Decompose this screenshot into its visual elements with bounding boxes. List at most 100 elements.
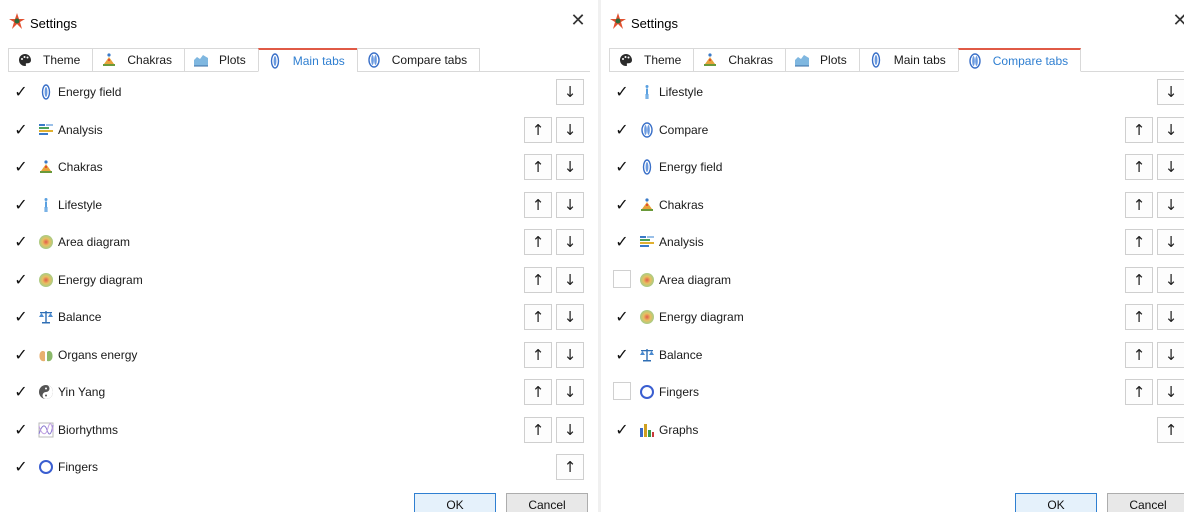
move-down-button[interactable]: ↓ [556, 266, 584, 293]
move-down-button[interactable]: ↓ [1157, 116, 1184, 143]
move-up-button[interactable]: ↑ [1125, 266, 1153, 293]
move-down-button[interactable]: ↓ [1157, 191, 1184, 218]
chakra-figure-icon [702, 52, 718, 68]
move-up-button[interactable]: ↑ [524, 191, 552, 218]
tab-main-tabs[interactable]: Main tabs [858, 48, 958, 72]
tab-main-tabs[interactable]: Main tabs [257, 48, 357, 72]
energy-field-icon [38, 84, 54, 100]
tab-compare-tabs[interactable]: Compare tabs [957, 48, 1082, 72]
move-down-button[interactable]: ↓ [556, 379, 584, 405]
move-up-button[interactable]: ↑ [524, 416, 552, 443]
cancel-button[interactable]: Cancel [506, 493, 588, 512]
tab-plots[interactable]: Plots [184, 48, 258, 72]
tab-compare-tabs[interactable]: Compare tabs [356, 48, 481, 72]
move-down-button[interactable]: ↓ [1157, 229, 1184, 255]
chakra-figure-icon [101, 52, 117, 68]
enable-checkbox[interactable]: ✓ [613, 194, 631, 213]
move-up-button[interactable]: ↑ [1125, 191, 1153, 218]
move-up-button[interactable]: ↑ [524, 341, 552, 368]
move-down-button[interactable]: ↓ [556, 229, 584, 255]
move-down-button[interactable]: ↓ [1157, 266, 1184, 293]
energy-field-icon [868, 52, 884, 68]
enable-checkbox[interactable]: ✓ [12, 157, 30, 175]
enable-checkbox[interactable]: ✓ [12, 344, 30, 363]
balance-icon [639, 347, 655, 363]
enable-checkbox[interactable]: ✓ [613, 344, 631, 363]
move-down-button[interactable]: ↓ [556, 304, 584, 330]
enable-checkbox[interactable]: ✓ [613, 419, 631, 438]
list-item: ✓ Chakras ↑ ↓ [611, 187, 1184, 225]
item-label: Energy field [58, 85, 122, 99]
move-up-button[interactable]: ↑ [556, 454, 584, 480]
move-down-button[interactable]: ↓ [556, 191, 584, 218]
item-label: Area diagram [58, 235, 131, 249]
cancel-button[interactable]: Cancel [1107, 493, 1184, 512]
move-up-button[interactable]: ↑ [1157, 416, 1184, 443]
move-up-button[interactable]: ↑ [1125, 304, 1153, 330]
item-label: Fingers [659, 385, 700, 399]
move-down-button[interactable]: ↓ [556, 154, 584, 180]
move-up-button[interactable]: ↑ [524, 154, 552, 180]
move-down-button[interactable]: ↓ [1157, 154, 1184, 180]
tab-theme[interactable]: Theme [609, 48, 694, 72]
move-down-button[interactable]: ↓ [1157, 79, 1184, 105]
ok-button[interactable]: OK [1015, 493, 1097, 512]
tab-label: Theme [644, 53, 682, 67]
item-label: Energy diagram [659, 310, 744, 324]
enable-checkbox[interactable]: ✓ [12, 119, 30, 138]
enable-checkbox[interactable]: ✓ [12, 419, 30, 438]
move-up-button[interactable]: ↑ [524, 304, 552, 330]
enable-checkbox[interactable]: ✓ [613, 82, 631, 100]
item-label: Analysis [58, 122, 103, 137]
list-item: ✓ Yin Yang ↑ ↓ [10, 374, 598, 412]
enable-checkbox[interactable]: ✓ [12, 82, 30, 100]
move-up-button[interactable]: ↑ [524, 116, 552, 143]
list-item: ✓ Area diagram ↑ ↓ [10, 224, 598, 262]
compare-icon [967, 52, 983, 69]
tab-plots[interactable]: Plots [785, 48, 859, 72]
tab-label: Chakras [127, 53, 173, 67]
move-up-button[interactable]: ↑ [1125, 341, 1153, 368]
move-down-button[interactable]: ↓ [556, 116, 584, 143]
move-up-button[interactable]: ↑ [524, 229, 552, 255]
tab-order-list: ✓ Energy field ↓ ✓ Analysis ↑ ↓ ✓ Chakras ↑ ↓ ✓ Life… [10, 74, 598, 487]
enable-checkbox[interactable]: ✓ [12, 194, 30, 213]
move-up-button[interactable]: ↑ [524, 266, 552, 293]
ok-button[interactable]: OK [414, 493, 496, 512]
title-bar: Settings ✕ [0, 0, 598, 44]
move-down-button[interactable]: ↓ [556, 341, 584, 368]
move-up-button[interactable]: ↑ [524, 379, 552, 405]
enable-checkbox[interactable]: ✓ [12, 382, 30, 400]
enable-checkbox[interactable] [613, 382, 631, 400]
enable-checkbox[interactable]: ✓ [613, 232, 631, 250]
tab-chakras[interactable]: Chakras [92, 48, 185, 72]
move-down-button[interactable]: ↓ [556, 416, 584, 443]
tab-bar: Theme Chakras Plots Main tabs Compare tabs [609, 48, 1184, 72]
enable-checkbox[interactable]: ✓ [12, 269, 30, 288]
move-down-button[interactable]: ↓ [1157, 304, 1184, 330]
enable-checkbox[interactable]: ✓ [12, 457, 30, 475]
move-down-button[interactable]: ↓ [556, 79, 584, 105]
close-button[interactable]: ✕ [1170, 11, 1184, 31]
enable-checkbox[interactable]: ✓ [12, 232, 30, 250]
list-item: ✓ Lifestyle ↑ ↓ [10, 187, 598, 225]
ring-icon [38, 459, 54, 475]
enable-checkbox[interactable] [613, 269, 631, 288]
move-up-button[interactable]: ↑ [1125, 116, 1153, 143]
tab-chakras[interactable]: Chakras [693, 48, 786, 72]
move-up-button[interactable]: ↑ [1125, 379, 1153, 405]
enable-checkbox[interactable]: ✓ [613, 157, 631, 175]
enable-checkbox[interactable]: ✓ [12, 307, 30, 325]
move-up-button[interactable]: ↑ [1125, 154, 1153, 180]
close-button[interactable]: ✕ [568, 11, 588, 31]
move-up-button[interactable]: ↑ [1125, 229, 1153, 255]
enable-checkbox[interactable]: ✓ [613, 119, 631, 138]
compare-icon [366, 52, 382, 68]
tab-label: Main tabs [292, 53, 345, 68]
move-down-button[interactable]: ↓ [1157, 379, 1184, 405]
enable-checkbox[interactable]: ✓ [613, 307, 631, 325]
tab-theme[interactable]: Theme [8, 48, 93, 72]
tab-bar: Theme Chakras Plots Main tabs Compare tabs [8, 48, 590, 72]
list-item: ✓ Analysis ↑ ↓ [611, 224, 1184, 262]
move-down-button[interactable]: ↓ [1157, 341, 1184, 368]
